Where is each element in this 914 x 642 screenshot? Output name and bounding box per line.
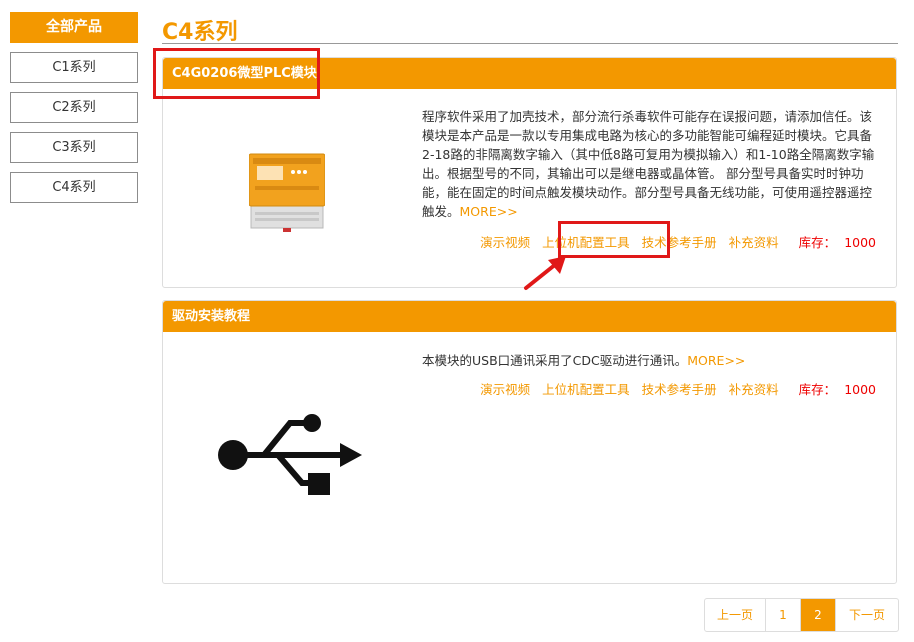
description-text: 本模块的USB口通讯采用了CDC驱动进行通讯。 [422, 353, 688, 368]
highlight-box-title [153, 48, 320, 99]
usb-icon [218, 414, 362, 495]
product-title[interactable]: 驱动安装教程 [163, 301, 896, 332]
product-card: 驱动安装教程 本模块的USB口通讯采用了CDC驱动进行通讯。MORE>> 演示视… [162, 300, 897, 584]
page-2-button[interactable]: 2 [801, 599, 836, 631]
stock-label-text: 库存： [798, 235, 837, 250]
manual-link[interactable]: 技术参考手册 [642, 382, 717, 397]
more-link[interactable]: MORE>> [687, 353, 745, 368]
pagination: 上一页 1 2 下一页 [704, 598, 899, 632]
sidebar-item-c4[interactable]: C4系列 [10, 172, 138, 203]
product-description: 本模块的USB口通讯采用了CDC驱动进行通讯。MORE>> [422, 351, 882, 370]
sidebar-item-c2[interactable]: C2系列 [10, 92, 138, 123]
sidebar-item-c3[interactable]: C3系列 [10, 132, 138, 163]
plc-module-image [248, 153, 326, 232]
product-image[interactable] [216, 409, 362, 501]
description-text: 程序软件采用了加壳技术，部分流行杀毒软件可能存在误报问题，请添加信任。该模块是本… [422, 109, 875, 219]
product-links: 演示视频 上位机配置工具 技术参考手册 补充资料 库存： 1000 [472, 232, 876, 251]
product-image[interactable] [248, 152, 326, 232]
stock-label: 库存： 1000 [791, 382, 876, 397]
annotation-arrow-icon [524, 256, 566, 290]
page-title: C4系列 [162, 20, 238, 45]
sidebar-header[interactable]: 全部产品 [10, 12, 138, 43]
sidebar: 全部产品 C1系列 C2系列 C3系列 C4系列 [10, 12, 138, 212]
config-tool-link[interactable]: 上位机配置工具 [542, 382, 630, 397]
stock-value: 1000 [844, 382, 876, 397]
stock-label-text: 库存： [798, 382, 837, 397]
stock-value: 1000 [844, 235, 876, 250]
more-link[interactable]: MORE>> [460, 204, 518, 219]
product-description: 程序软件采用了加壳技术，部分流行杀毒软件可能存在误报问题，请添加信任。该模块是本… [422, 107, 882, 221]
highlight-box-config-tool [558, 221, 670, 258]
demo-video-link[interactable]: 演示视频 [480, 382, 530, 397]
demo-video-link[interactable]: 演示视频 [480, 235, 530, 250]
next-page-button[interactable]: 下一页 [836, 599, 898, 631]
product-links: 演示视频 上位机配置工具 技术参考手册 补充资料 库存： 1000 [472, 379, 876, 398]
extra-material-link[interactable]: 补充资料 [729, 235, 779, 250]
prev-page-button[interactable]: 上一页 [705, 599, 766, 631]
sidebar-item-c1[interactable]: C1系列 [10, 52, 138, 83]
extra-material-link[interactable]: 补充资料 [729, 382, 779, 397]
page-1-button[interactable]: 1 [766, 599, 801, 631]
stock-label: 库存： 1000 [791, 235, 876, 250]
title-divider [162, 43, 898, 44]
